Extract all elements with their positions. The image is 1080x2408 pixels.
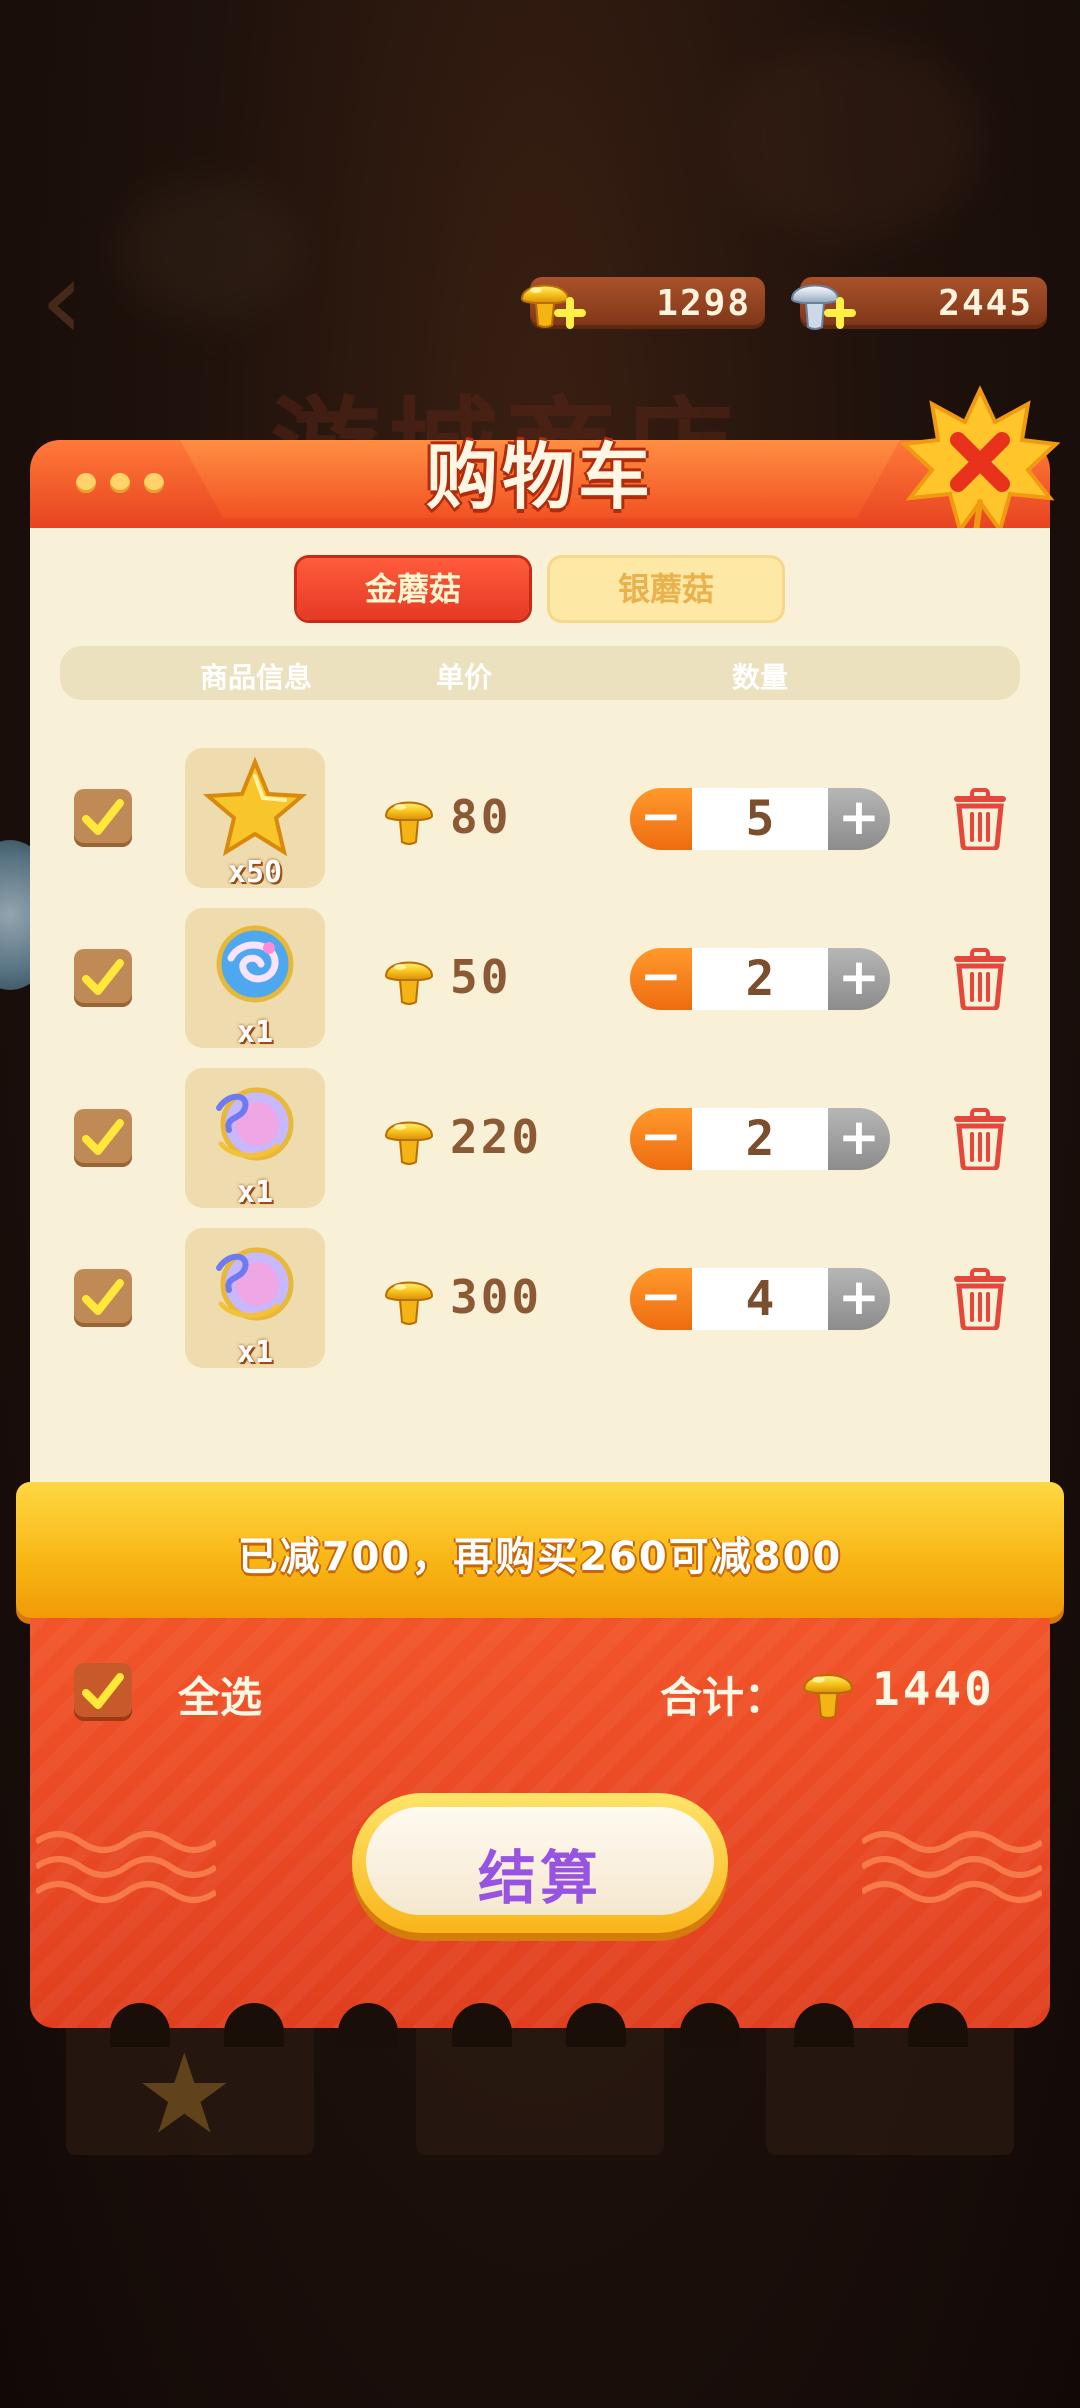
increase-button[interactable]: + — [828, 1268, 890, 1330]
swirl-orb-icon — [216, 925, 294, 1003]
gold-mushroom-icon — [382, 950, 436, 1006]
column-quantity: 数量 — [732, 661, 789, 694]
quantity-stepper: − 2 + — [630, 1108, 890, 1170]
decrease-button[interactable]: − — [630, 1268, 692, 1330]
item-price: 220 — [450, 1110, 543, 1164]
column-price: 单价 — [436, 661, 493, 694]
item-count: x1 — [236, 1015, 274, 1050]
cart-item-row: x1 50 − 2 + — [0, 908, 1080, 1050]
gold-mushroom-icon — [382, 1270, 436, 1326]
quantity-stepper: − 4 + — [630, 1268, 890, 1330]
increase-button[interactable]: + — [828, 1108, 890, 1170]
item-checkbox[interactable] — [74, 949, 132, 1007]
wave-decoration — [36, 1831, 216, 1903]
quantity-value[interactable]: 5 — [692, 788, 828, 850]
decrease-button[interactable]: − — [630, 948, 692, 1010]
checkout-button[interactable]: 结算 — [352, 1793, 728, 1933]
item-checkbox[interactable] — [74, 789, 132, 847]
item-checkbox[interactable] — [74, 1269, 132, 1327]
promo-text: 已减700，再购买260可减800 — [237, 1534, 843, 1580]
silver-mushroom-plus-icon — [790, 284, 856, 330]
tab-silver-mushroom[interactable]: 银蘑菇 — [550, 558, 782, 620]
back-arrow-icon[interactable]: ‹ — [40, 245, 120, 355]
silver-currency-value: 2445 — [938, 283, 1033, 324]
background-star-icon: ★ — [135, 2030, 234, 2158]
close-leaf-button[interactable] — [900, 382, 1060, 552]
item-count: x1 — [236, 1175, 274, 1210]
checkout-label: 结算 — [477, 1844, 602, 1912]
tab-gold-mushroom[interactable]: 金蘑菇 — [297, 558, 529, 620]
gold-currency-value: 1298 — [656, 283, 751, 324]
increase-button[interactable]: + — [828, 788, 890, 850]
gold-mushroom-icon — [382, 1110, 436, 1166]
silver-currency-bar[interactable]: 2445 — [790, 277, 1047, 330]
delete-trash-icon[interactable] — [950, 788, 1010, 850]
quantity-value[interactable]: 4 — [692, 1268, 828, 1330]
decrease-button[interactable]: − — [630, 788, 692, 850]
item-thumbnail: x1 — [185, 1228, 325, 1370]
gold-mushroom-icon — [382, 790, 436, 846]
total-value: 1440 — [872, 1662, 995, 1716]
item-thumbnail: x1 — [185, 1068, 325, 1210]
delete-trash-icon[interactable] — [950, 948, 1010, 1010]
item-thumbnail: x50 — [185, 748, 325, 890]
cart-item-row: x1 300 − 4 + — [0, 1228, 1080, 1370]
gold-mushroom-icon — [800, 1662, 856, 1720]
item-thumbnail: x1 — [185, 908, 325, 1050]
item-count: x1 — [236, 1335, 274, 1370]
column-info: 商品信息 — [200, 661, 313, 694]
column-header: 商品信息 单价 数量 — [60, 646, 1020, 700]
quantity-value[interactable]: 2 — [692, 948, 828, 1010]
quantity-value[interactable]: 2 — [692, 1108, 828, 1170]
wave-decoration — [862, 1831, 1042, 1903]
delete-trash-icon[interactable] — [950, 1108, 1010, 1170]
item-price: 80 — [450, 790, 512, 844]
select-all-label[interactable]: 全选 — [178, 1664, 262, 1725]
delete-trash-icon[interactable] — [950, 1268, 1010, 1330]
quantity-stepper: − 5 + — [630, 788, 890, 850]
cart-item-row: x50 80 − 5 + — [0, 748, 1080, 890]
quantity-stepper: − 2 + — [630, 948, 890, 1010]
gold-currency-bar[interactable]: 1298 — [521, 277, 765, 329]
dragon-orb-icon — [216, 1247, 294, 1321]
cart-item-row: x1 220 − 2 + — [0, 1068, 1080, 1210]
item-price: 50 — [450, 950, 512, 1004]
dragon-orb-icon — [216, 1087, 294, 1161]
promo-banner: 已减700，再购买260可减800 — [16, 1482, 1064, 1618]
item-price: 300 — [450, 1270, 543, 1324]
decrease-button[interactable]: − — [630, 1108, 692, 1170]
select-all-checkbox[interactable] — [74, 1663, 132, 1721]
item-count: x50 — [227, 855, 283, 890]
increase-button[interactable]: + — [828, 948, 890, 1010]
item-checkbox[interactable] — [74, 1109, 132, 1167]
total-label: 合计： — [660, 1673, 787, 1722]
gold-mushroom-plus-icon — [521, 284, 586, 329]
gold-star-icon — [202, 756, 308, 857]
